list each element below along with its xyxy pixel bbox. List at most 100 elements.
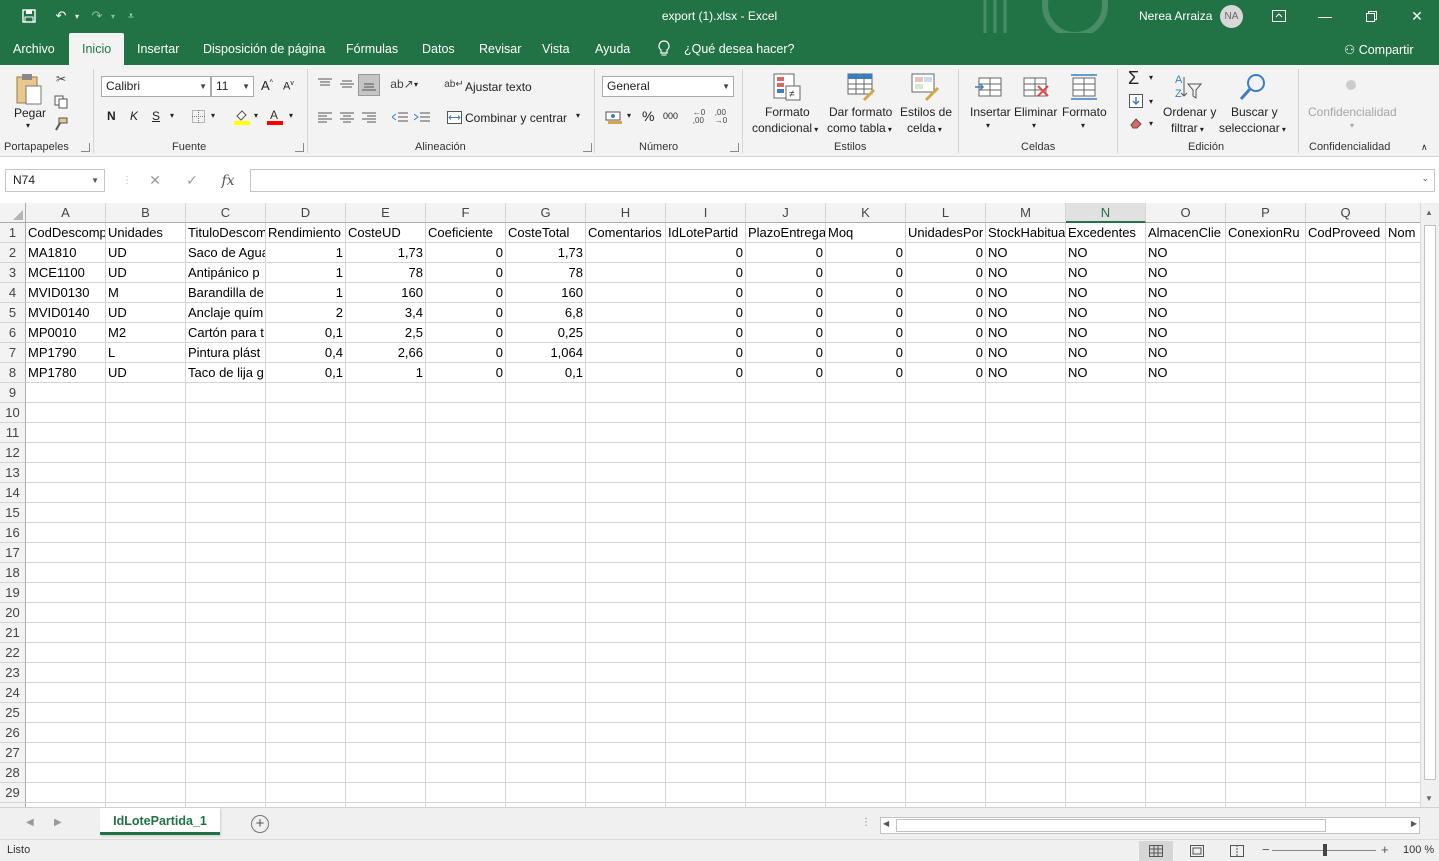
grid-cell[interactable] (906, 503, 986, 523)
grid-cell[interactable]: Nom (1386, 223, 1420, 243)
grid-cell[interactable] (1226, 703, 1306, 723)
grid-cell[interactable] (1146, 643, 1226, 663)
grid-cell[interactable] (1306, 643, 1386, 663)
grid-cell[interactable]: CodProveed (1306, 223, 1386, 243)
grid-cell[interactable] (506, 403, 586, 423)
grid-cell[interactable]: UD (106, 363, 186, 383)
page-break-view-icon[interactable] (1220, 841, 1254, 861)
grid-cell[interactable] (666, 763, 746, 783)
grid-cell[interactable] (1226, 563, 1306, 583)
grid-cell[interactable] (1306, 423, 1386, 443)
tab-formulas[interactable]: Fórmulas (346, 33, 398, 65)
grid-cell[interactable] (106, 603, 186, 623)
grid-cell[interactable] (106, 423, 186, 443)
grid-cell[interactable] (586, 643, 666, 663)
normal-view-icon[interactable] (1139, 841, 1173, 861)
grid-cell[interactable] (1146, 723, 1226, 743)
grid-cell[interactable]: TituloDescom (186, 223, 266, 243)
grid-cell[interactable] (506, 483, 586, 503)
grid-cell[interactable] (1306, 723, 1386, 743)
grid-cell[interactable] (106, 723, 186, 743)
conditional-format-label-2[interactable]: condicional ▾ (752, 121, 818, 135)
grid-cell[interactable] (586, 323, 666, 343)
grid-cell[interactable] (1386, 623, 1420, 643)
grid-cell[interactable] (826, 643, 906, 663)
grid-cell[interactable] (1066, 743, 1146, 763)
grid-cell[interactable] (426, 683, 506, 703)
grid-cell[interactable] (1066, 563, 1146, 583)
insert-function-button[interactable]: fx (215, 169, 241, 192)
grid-cell[interactable] (1066, 403, 1146, 423)
grid-cell[interactable] (1306, 303, 1386, 323)
grid-cell[interactable]: Pintura plást (186, 343, 266, 363)
grid-cell[interactable]: 0 (906, 303, 986, 323)
row-header[interactable]: 28 (0, 763, 26, 783)
format-painter-icon[interactable] (52, 115, 70, 133)
grid-cell[interactable] (666, 563, 746, 583)
grid-cell[interactable]: 0 (826, 363, 906, 383)
grid-cell[interactable]: 1 (266, 263, 346, 283)
grid-cell[interactable] (666, 383, 746, 403)
grid-cell[interactable] (506, 643, 586, 663)
grid-cell[interactable] (986, 643, 1066, 663)
grid-cell[interactable] (346, 443, 426, 463)
grid-cell[interactable] (906, 463, 986, 483)
grid-cell[interactable]: MCE1100 (26, 263, 106, 283)
grid-cell[interactable]: 0 (666, 263, 746, 283)
grid-cell[interactable] (586, 743, 666, 763)
grid-cell[interactable] (186, 543, 266, 563)
grid-cell[interactable] (1146, 383, 1226, 403)
grid-cell[interactable] (1226, 483, 1306, 503)
grid-cell[interactable]: Antipánico p (186, 263, 266, 283)
tab-split-grip-icon[interactable]: ⋮ (861, 817, 871, 828)
grid-cell[interactable] (1386, 663, 1420, 683)
row-header[interactable]: 9 (0, 383, 26, 403)
grid-cell[interactable] (26, 563, 106, 583)
grid-cell[interactable] (1226, 323, 1306, 343)
next-sheet-icon[interactable]: ▶ (54, 817, 62, 828)
grid-cell[interactable] (986, 603, 1066, 623)
grid-cell[interactable]: 78 (346, 263, 426, 283)
insert-cells-icon[interactable] (973, 70, 1007, 104)
grid-cell[interactable]: Rendimiento (266, 223, 346, 243)
grid-cell[interactable] (666, 723, 746, 743)
shrink-font-icon[interactable]: Av (283, 80, 294, 93)
grid-cell[interactable] (826, 783, 906, 803)
grid-cell[interactable] (186, 663, 266, 683)
grid-cell[interactable] (666, 663, 746, 683)
grid-cell[interactable] (1066, 583, 1146, 603)
grid-cell[interactable] (266, 563, 346, 583)
row-header[interactable]: 16 (0, 523, 26, 543)
grid-cell[interactable] (906, 483, 986, 503)
grid-cell[interactable] (826, 543, 906, 563)
grid-cell[interactable] (426, 783, 506, 803)
grid-cell[interactable] (586, 783, 666, 803)
grid-cell[interactable] (1386, 683, 1420, 703)
grid-cell[interactable] (826, 563, 906, 583)
increase-indent-icon[interactable] (413, 108, 431, 126)
grid-cell[interactable] (586, 763, 666, 783)
row-header[interactable]: 25 (0, 703, 26, 723)
row-header[interactable]: 8 (0, 363, 26, 383)
grid-cell[interactable] (586, 263, 666, 283)
clear-dropdown-icon[interactable]: ▾ (1149, 119, 1153, 128)
name-box[interactable]: N74 ▼ (5, 169, 105, 192)
grid-cell[interactable] (1146, 783, 1226, 803)
grid-cell[interactable] (906, 603, 986, 623)
grid-cell[interactable] (1146, 663, 1226, 683)
grid-cell[interactable] (1306, 623, 1386, 643)
grid-cell[interactable] (666, 423, 746, 443)
grid-cell[interactable] (426, 603, 506, 623)
grid-cell[interactable]: Excedentes (1066, 223, 1146, 243)
grid-cell[interactable] (1306, 283, 1386, 303)
grid-cell[interactable] (986, 783, 1066, 803)
grid-cell[interactable] (1386, 303, 1420, 323)
grid-cell[interactable] (186, 603, 266, 623)
grid-cell[interactable] (1146, 443, 1226, 463)
select-all-corner[interactable] (0, 203, 26, 223)
grid-cell[interactable] (906, 663, 986, 683)
grid-cell[interactable] (26, 383, 106, 403)
grid-cell[interactable] (186, 563, 266, 583)
grid-cell[interactable]: 0 (426, 363, 506, 383)
grid-cell[interactable] (826, 703, 906, 723)
